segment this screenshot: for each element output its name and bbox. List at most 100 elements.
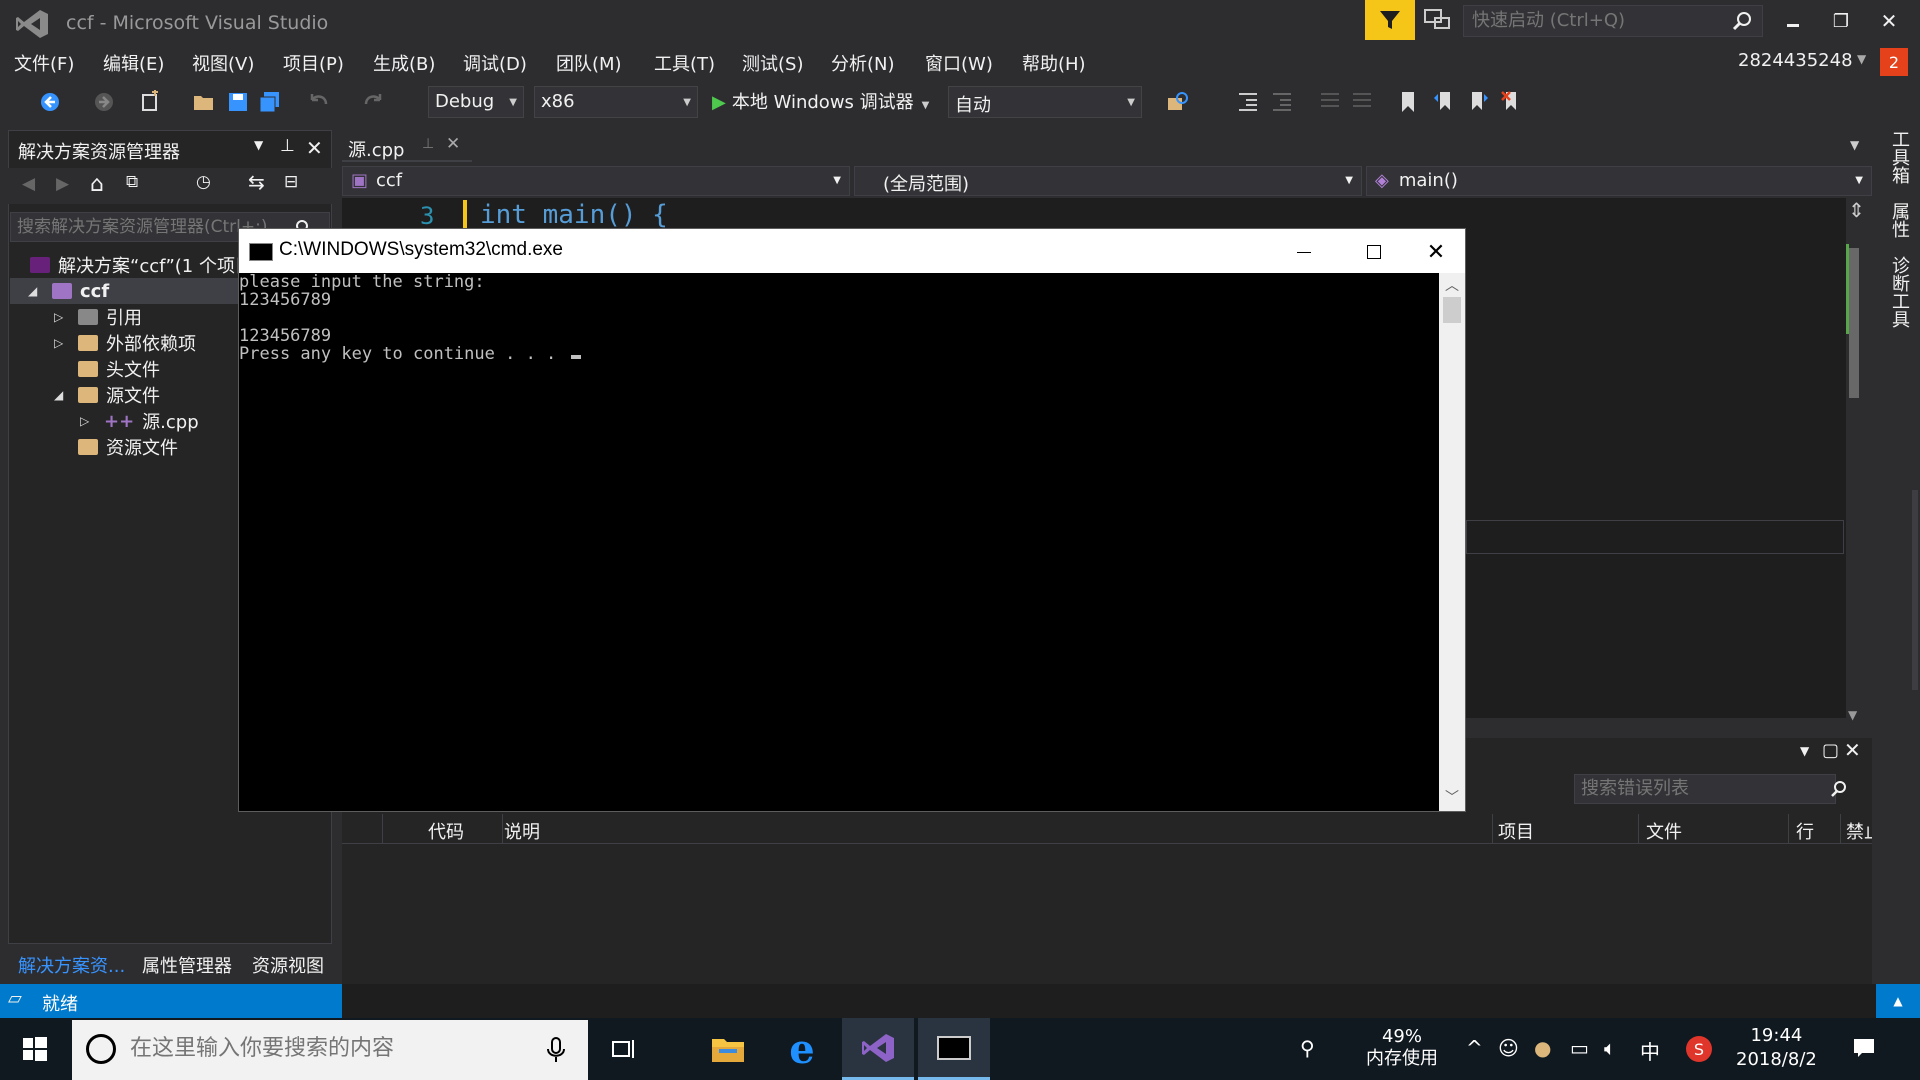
menu-edit[interactable]: 编辑(E) bbox=[103, 50, 164, 76]
uncomment-icon[interactable] bbox=[1350, 90, 1374, 114]
close-icon[interactable]: ✕ bbox=[306, 136, 323, 160]
action-center-button[interactable] bbox=[1852, 1036, 1876, 1065]
member-dropdown[interactable]: ◈ main() ▼ bbox=[1366, 166, 1872, 196]
column-file[interactable]: 文件 bbox=[1646, 818, 1682, 844]
chevron-down-icon[interactable]: ▼ bbox=[922, 100, 930, 111]
input-method-indicator[interactable]: 中 bbox=[1640, 1036, 1660, 1065]
bookmark-icon[interactable] bbox=[1396, 90, 1420, 114]
weather-icon[interactable]: ● bbox=[1534, 1036, 1551, 1060]
minimize-button[interactable] bbox=[1770, 6, 1816, 36]
chevron-down-icon[interactable]: ▼ bbox=[1850, 138, 1859, 152]
power-icon[interactable]: ▭ bbox=[1570, 1036, 1589, 1060]
navigate-forward-icon[interactable] bbox=[92, 90, 116, 114]
menu-view[interactable]: 视图(V) bbox=[192, 50, 254, 76]
scope-dropdown[interactable]: (全局范围) ▼ bbox=[854, 166, 1362, 196]
notifications-filter-button[interactable] bbox=[1365, 0, 1415, 40]
indent-icon[interactable] bbox=[1270, 90, 1294, 114]
tree-item-source-files[interactable]: ◢ 源文件 bbox=[54, 382, 160, 408]
previous-bookmark-icon[interactable] bbox=[1432, 90, 1456, 114]
close-button[interactable]: ✕ bbox=[1866, 6, 1912, 36]
column-line[interactable]: 行 bbox=[1796, 818, 1814, 844]
chevron-up-icon[interactable]: ︿ bbox=[1445, 275, 1459, 295]
column-project[interactable]: 项目 bbox=[1498, 818, 1534, 844]
undo-icon[interactable] bbox=[306, 90, 330, 114]
account-name[interactable]: 2824435248 bbox=[1738, 50, 1853, 71]
cmd-window[interactable]: C:\WINDOWS\system32\cmd.exe ✕ please inp… bbox=[238, 228, 1466, 812]
column-description[interactable]: 说明 bbox=[504, 818, 540, 844]
chevron-down-icon[interactable]: ▼ bbox=[254, 138, 263, 152]
menu-project[interactable]: 项目(P) bbox=[283, 50, 344, 76]
chevron-down-icon[interactable]: ▼ bbox=[1800, 744, 1809, 758]
pending-changes-icon[interactable]: ◷ bbox=[196, 172, 211, 192]
task-view-button[interactable] bbox=[588, 1018, 660, 1080]
user-tray-icon[interactable]: ☺ bbox=[1498, 1036, 1519, 1060]
redo-icon[interactable] bbox=[362, 90, 386, 114]
chevron-down-icon[interactable]: ﹀ bbox=[1445, 787, 1459, 807]
comment-icon[interactable] bbox=[1318, 90, 1342, 114]
search-icon[interactable] bbox=[1829, 779, 1849, 799]
menu-help[interactable]: 帮助(H) bbox=[1022, 50, 1086, 76]
column-code[interactable]: 代码 bbox=[428, 818, 464, 844]
cmd-scrollbar[interactable]: ︿ ﹀ bbox=[1439, 273, 1465, 811]
error-list-search-input[interactable] bbox=[1581, 778, 1801, 799]
taskbar-search-input[interactable] bbox=[130, 1036, 530, 1061]
people-icon[interactable]: ⚲ bbox=[1300, 1036, 1315, 1060]
menu-tools[interactable]: 工具(T) bbox=[654, 50, 715, 76]
menu-team[interactable]: 团队(M) bbox=[556, 50, 622, 76]
menu-file[interactable]: 文件(F) bbox=[14, 50, 74, 76]
scroll-thumb[interactable] bbox=[1849, 248, 1859, 398]
maximize-icon[interactable]: ▢ bbox=[1822, 740, 1839, 761]
search-icon[interactable] bbox=[1732, 11, 1752, 31]
taskbar-file-explorer[interactable] bbox=[692, 1018, 764, 1080]
save-icon[interactable] bbox=[226, 90, 250, 114]
clear-bookmarks-icon[interactable] bbox=[1500, 90, 1524, 114]
navigate-back-icon[interactable] bbox=[38, 90, 62, 114]
column-suppression[interactable]: 禁止 bbox=[1846, 818, 1872, 844]
chevron-down-icon[interactable]: ▼ bbox=[1857, 52, 1866, 66]
error-list-search[interactable] bbox=[1574, 774, 1846, 804]
tree-item-resource-files[interactable]: 资源文件 bbox=[78, 434, 178, 460]
solution-configuration-dropdown[interactable]: Debug ▼ bbox=[428, 86, 524, 118]
save-all-icon[interactable] bbox=[258, 90, 282, 114]
volume-icon[interactable]: 🔈︎ bbox=[1604, 1036, 1616, 1060]
find-in-files-icon[interactable] bbox=[1166, 90, 1190, 114]
home-icon[interactable]: ⌂ bbox=[90, 172, 104, 197]
cmd-console-output[interactable]: please input the string: 123456789 12345… bbox=[239, 273, 1439, 811]
tree-item-solution[interactable]: 解决方案“ccf”(1 个项目) bbox=[30, 252, 260, 278]
pin-icon[interactable]: ⊥ bbox=[280, 136, 295, 156]
cmd-maximize-button[interactable] bbox=[1349, 235, 1399, 269]
start-debugging-button[interactable]: ▶ 本地 Windows 调试器 ▼ bbox=[712, 88, 929, 114]
scroll-thumb[interactable] bbox=[1443, 297, 1461, 323]
tab-property-manager[interactable]: 属性管理器 bbox=[142, 952, 232, 978]
properties-tab[interactable]: 属性 bbox=[1886, 202, 1912, 238]
cmd-title-bar[interactable]: C:\WINDOWS\system32\cmd.exe ✕ bbox=[239, 229, 1465, 273]
sogou-input-icon[interactable]: S bbox=[1686, 1036, 1712, 1062]
outdent-icon[interactable] bbox=[1236, 90, 1260, 114]
close-icon[interactable]: ✕ bbox=[1844, 738, 1861, 762]
cmd-minimize-button[interactable] bbox=[1279, 235, 1329, 269]
menu-window[interactable]: 窗口(W) bbox=[925, 50, 993, 76]
split-icon[interactable]: ⇕ bbox=[1848, 198, 1865, 222]
collapsed-arrow-icon[interactable]: ▷ bbox=[80, 414, 94, 428]
toolbox-tab[interactable]: 工具箱 bbox=[1886, 130, 1912, 184]
tab-solution-explorer[interactable]: 解决方案资... bbox=[18, 952, 125, 978]
menu-build[interactable]: 生成(B) bbox=[373, 50, 435, 76]
microphone-icon[interactable] bbox=[546, 1036, 566, 1064]
publish-button[interactable]: ▲ bbox=[1876, 984, 1920, 1018]
menu-test[interactable]: 测试(S) bbox=[742, 50, 803, 76]
menu-analyze[interactable]: 分析(N) bbox=[831, 50, 895, 76]
menu-debug[interactable]: 调试(D) bbox=[463, 50, 527, 76]
clock[interactable]: 19:44 2018/8/2 bbox=[1736, 1024, 1817, 1072]
close-icon[interactable]: ✕ bbox=[446, 134, 460, 154]
sync-icon[interactable]: ⇆ bbox=[248, 170, 265, 194]
tree-item-project[interactable]: ◢ ccf bbox=[28, 278, 109, 304]
next-bookmark-icon[interactable] bbox=[1466, 90, 1490, 114]
tree-item-references[interactable]: ▷ 引用 bbox=[54, 304, 142, 330]
quick-launch[interactable] bbox=[1463, 5, 1763, 37]
taskbar-visual-studio[interactable] bbox=[842, 1018, 914, 1080]
diagnostic-tools-tab[interactable]: 诊断工具 bbox=[1886, 256, 1912, 328]
auto-dropdown[interactable]: 自动 ▼ bbox=[948, 86, 1142, 118]
solution-platform-dropdown[interactable]: x86 ▼ bbox=[534, 86, 698, 118]
rail-scrollbar[interactable] bbox=[1912, 490, 1918, 690]
collapsed-arrow-icon[interactable]: ▷ bbox=[54, 336, 68, 350]
